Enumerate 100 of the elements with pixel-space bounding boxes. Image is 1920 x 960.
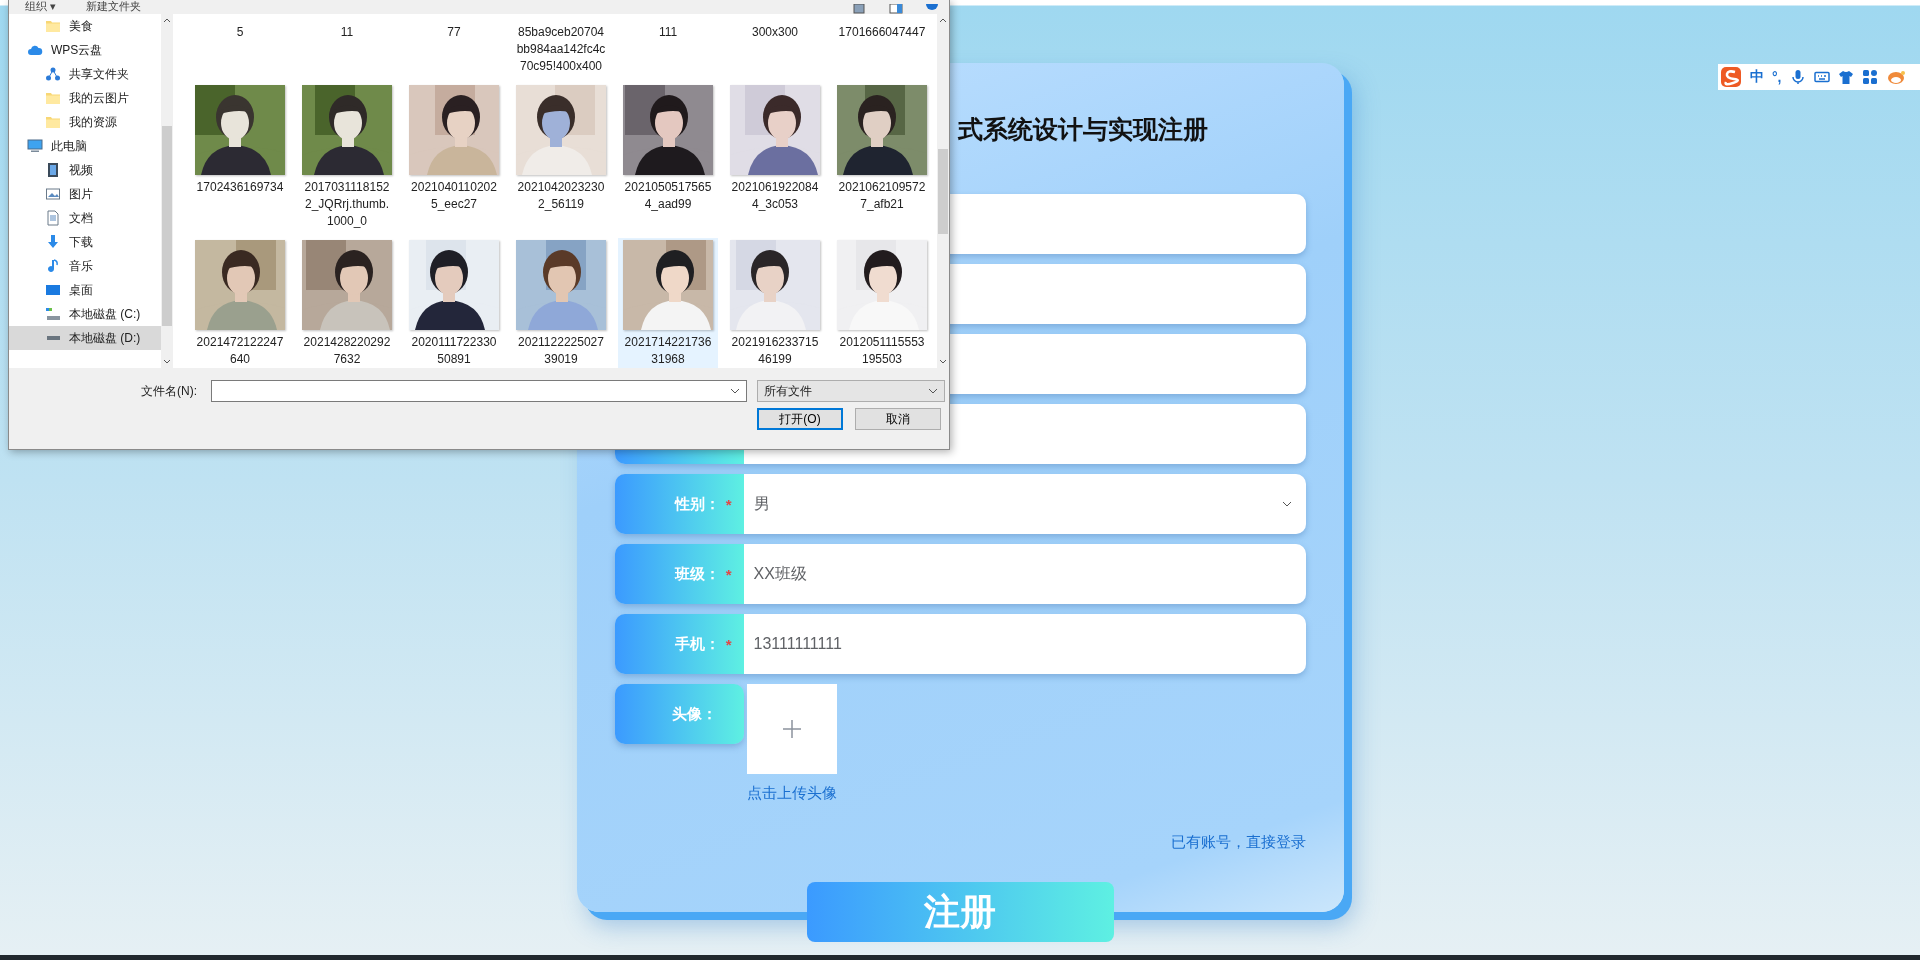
- file-name: 1701666047447: [837, 24, 927, 41]
- file-item[interactable]: 111: [618, 22, 718, 77]
- computer-icon: [27, 138, 43, 154]
- open-button[interactable]: 打开(O): [757, 408, 843, 430]
- nav-label: 我的资源: [69, 113, 117, 131]
- nav-item[interactable]: 视频: [23, 158, 161, 182]
- toolbar-button[interactable]: 新建文件夹: [85, 0, 141, 14]
- nav-item[interactable]: 文档: [23, 206, 161, 230]
- chevron-down-icon: [730, 388, 740, 394]
- scroll-down-icon[interactable]: [939, 359, 947, 365]
- scroll-down-icon[interactable]: [163, 359, 171, 365]
- file-item[interactable]: 20214282202927632: [297, 238, 397, 368]
- cancel-button[interactable]: 取消: [855, 408, 941, 430]
- file-item[interactable]: 20210401102025_eec27: [404, 83, 504, 232]
- scrollbar-thumb[interactable]: [938, 148, 948, 234]
- file-item[interactable]: 202171422173631968: [618, 238, 718, 368]
- file-item[interactable]: 20210619220844_3c053: [725, 83, 825, 232]
- nav-label: 视频: [69, 161, 93, 179]
- nav-item[interactable]: 美食: [23, 14, 161, 38]
- nav-label: 本地磁盘 (D:): [69, 329, 141, 347]
- nav-label: 文档: [69, 209, 93, 227]
- download-icon: [45, 234, 61, 250]
- nav-item[interactable]: 我的云图片: [23, 86, 161, 110]
- nav-item[interactable]: 本地磁盘 (C:): [23, 302, 161, 326]
- nav-item[interactable]: 我的资源: [23, 110, 161, 134]
- file-name: 20210621095727_afb21: [837, 179, 927, 213]
- music-note-icon: [45, 258, 61, 274]
- toolbar-button[interactable]: 组织 ▾: [25, 0, 56, 14]
- nav-item[interactable]: 桌面: [23, 278, 161, 302]
- nav-label: 本地磁盘 (C:): [69, 305, 141, 323]
- file-item[interactable]: 202112222502739019: [511, 238, 611, 368]
- file-name: 202171422173631968: [623, 334, 713, 368]
- file-item[interactable]: 20170311181522_JQRrj.thumb.1000_0: [297, 83, 397, 232]
- nav-label: 共享文件夹: [69, 65, 129, 83]
- file-item[interactable]: 2021472122247640: [190, 238, 290, 368]
- file-item[interactable]: 20210621095727_afb21: [832, 83, 932, 232]
- file-item[interactable]: 20210420232302_56119: [511, 83, 611, 232]
- nav-item[interactable]: 音乐: [23, 254, 161, 278]
- file-name: 20210420232302_56119: [516, 179, 606, 213]
- file-name: 2012051115553195503: [838, 334, 926, 368]
- field-value: 男: [753, 493, 770, 514]
- field-label: 班级：: [674, 564, 720, 584]
- file-item[interactable]: 11: [297, 22, 397, 77]
- field-label: 手机：: [674, 634, 720, 654]
- file-item[interactable]: 5: [190, 22, 290, 77]
- file-item[interactable]: 77: [404, 22, 504, 77]
- plus-icon: [781, 719, 802, 739]
- nav-item[interactable]: WPS云盘: [23, 38, 161, 62]
- file-item[interactable]: 20210505175654_aad99: [618, 83, 718, 232]
- desktop-icon: [45, 282, 61, 298]
- nav-label: 桌面: [69, 281, 93, 299]
- chevron-down-icon: [1281, 501, 1292, 507]
- filename-field[interactable]: [211, 380, 747, 402]
- punctuation-mode[interactable]: °,: [1772, 69, 1782, 85]
- file-name: 2021472122247640: [195, 334, 285, 368]
- image-icon: [45, 186, 61, 202]
- file-name: 11: [339, 24, 355, 41]
- shirt-icon[interactable]: [1837, 69, 1854, 85]
- mascot-icon[interactable]: [1885, 69, 1906, 85]
- scrollbar-thumb[interactable]: [162, 126, 172, 326]
- nav-item[interactable]: 图片: [23, 182, 161, 206]
- nav-label: 我的云图片: [69, 89, 129, 107]
- file-name: 5: [235, 24, 245, 41]
- nav-label: 此电脑: [51, 137, 87, 155]
- nav-label: WPS云盘: [51, 41, 103, 59]
- file-item[interactable]: 1702436169734: [190, 83, 290, 232]
- file-item[interactable]: 1701666047447: [832, 22, 932, 77]
- nav-item[interactable]: 此电脑: [23, 134, 161, 158]
- required-mark: *: [725, 565, 732, 583]
- nav-label: 音乐: [69, 257, 93, 275]
- nav-item[interactable]: 共享文件夹: [23, 62, 161, 86]
- pane-icon[interactable]: [889, 4, 903, 14]
- file-name: 20210505175654_aad99: [623, 179, 713, 213]
- grid-icon[interactable]: [1861, 69, 1878, 85]
- scroll-up-icon[interactable]: [163, 17, 171, 23]
- folder-icon: [45, 18, 61, 34]
- file-name: 20210619220844_3c053: [730, 179, 820, 213]
- keyboard-icon[interactable]: [1813, 69, 1830, 85]
- input-mode[interactable]: 中: [1750, 68, 1764, 86]
- logo-icon[interactable]: [1720, 66, 1742, 88]
- chevron-down-icon: [928, 388, 938, 394]
- drive-icon: [45, 306, 61, 322]
- document-icon: [45, 210, 61, 226]
- folder-icon: [45, 90, 61, 106]
- required-mark: *: [725, 495, 732, 513]
- field-label: 性别：: [674, 494, 720, 514]
- drive-icon: [46, 336, 60, 340]
- file-item[interactable]: 2012051115553195503: [832, 238, 932, 368]
- file-name: 77: [446, 24, 462, 41]
- nav-item[interactable]: 本地磁盘 (D:): [9, 326, 161, 350]
- field-value: XX班级: [753, 563, 807, 584]
- file-type-select[interactable]: 所有文件: [757, 380, 945, 402]
- nav-item[interactable]: 下载: [23, 230, 161, 254]
- file-name: 1702436169734: [195, 179, 285, 196]
- scroll-up-icon[interactable]: [939, 17, 947, 23]
- microphone-icon[interactable]: [1789, 69, 1806, 85]
- folder-icon: [45, 114, 61, 130]
- file-item[interactable]: 202191623371546199: [725, 238, 825, 368]
- file-item[interactable]: 202011172233050891: [404, 238, 504, 368]
- file-item[interactable]: 300x300: [725, 22, 825, 77]
